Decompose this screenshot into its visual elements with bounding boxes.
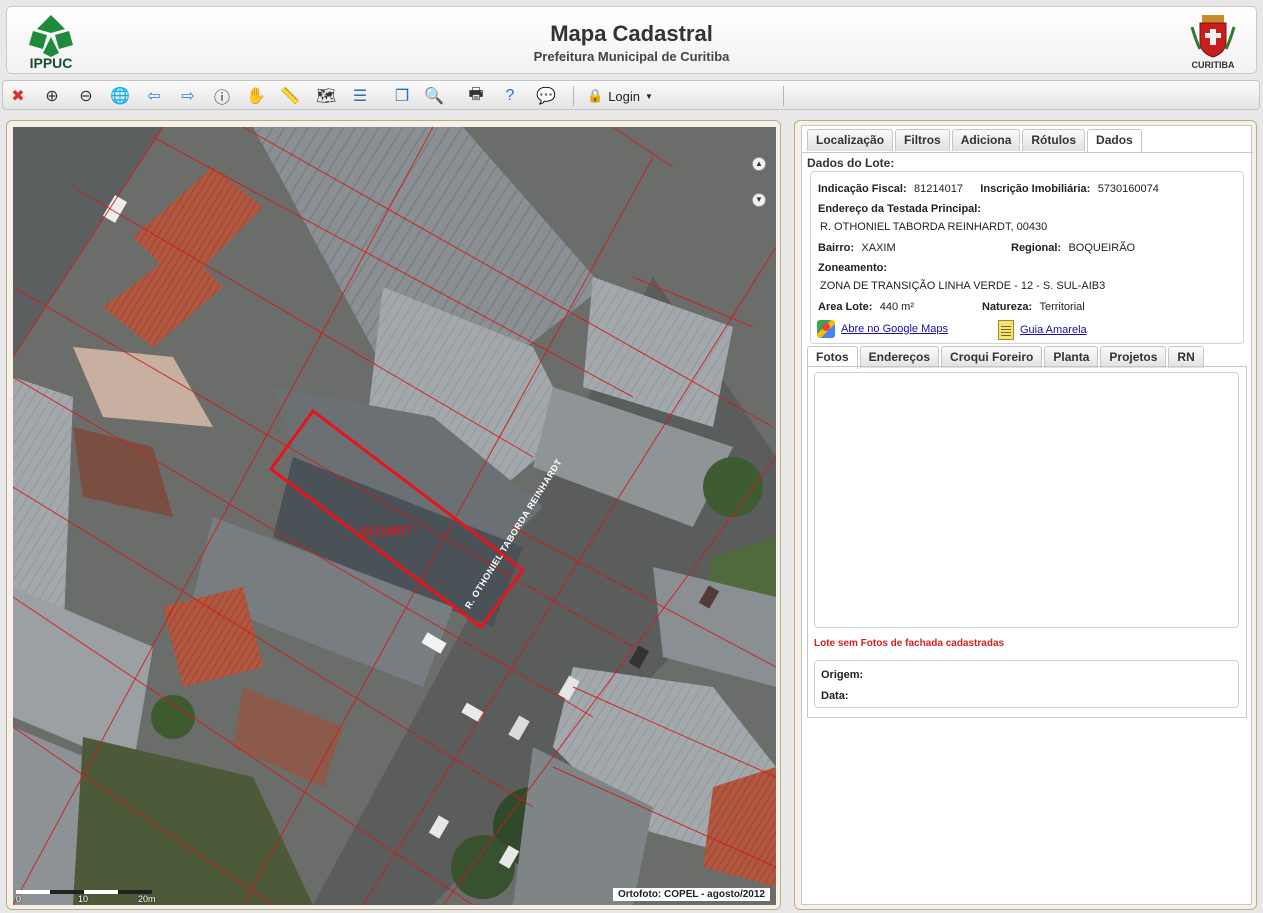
photo-viewer (814, 372, 1239, 628)
map-panel: 81214017 R. OTHONIEL TABORDA REINHARDT ▲… (6, 120, 781, 910)
clear-icon[interactable]: ✖ (7, 85, 29, 107)
bairro-label: Bairro: (818, 242, 855, 254)
back-arrow-icon[interactable]: ⇦ (143, 85, 165, 107)
origem-label: Origem: (821, 669, 864, 681)
indicacao-label: Indicação Fiscal: (818, 183, 907, 195)
curitiba-logo-text: CURITIBA (1191, 60, 1235, 70)
subtab-croqui-foreiro[interactable]: Croqui Foreiro (941, 346, 1043, 368)
scale-label-20m: 20m (138, 894, 156, 904)
legend-icon[interactable]: ☰ (349, 85, 371, 107)
lot-label: 81214017 (360, 522, 414, 539)
chevron-down-icon: ▼ (645, 91, 653, 101)
document-icon (998, 320, 1014, 340)
tab-adiciona[interactable]: Adiciona (951, 129, 1021, 151)
area-label: Area Lote: (818, 301, 873, 313)
regional-label: Regional: (1011, 242, 1062, 254)
tab-rotulos[interactable]: Rótulos (1022, 129, 1086, 151)
data-label: Data: (821, 690, 849, 702)
tab-dados[interactable]: Dados (1087, 129, 1142, 152)
regional-value: BOQUEIRÃO (1068, 242, 1136, 254)
subtab-rn[interactable]: RN (1168, 346, 1204, 368)
page-title: Mapa Cadastral (550, 21, 713, 46)
toolbar-separator (783, 86, 784, 106)
main-tabs: Localização Filtros Adiciona Rótulos Dados (807, 129, 1142, 152)
map-attribution: Ortofoto: COPEL - agosto/2012 (612, 888, 770, 901)
google-maps-link[interactable]: Abre no Google Maps (841, 323, 948, 335)
pan-down-icon[interactable]: ▼ (752, 193, 766, 207)
scale-label-10: 10 (78, 894, 89, 904)
lot-details-box: Indicação Fiscal: 81214017 Inscrição Imo… (810, 171, 1244, 344)
zoom-in-icon[interactable]: ⊕ (41, 85, 63, 107)
toolbar-separator (573, 86, 574, 106)
chat-icon[interactable]: 💬 (535, 85, 557, 107)
zoneamento-label: Zoneamento: (818, 262, 888, 274)
map-viewport[interactable]: 81214017 R. OTHONIEL TABORDA REINHARDT ▲… (13, 127, 776, 905)
zoom-extent-icon[interactable]: 🌐 (109, 85, 131, 107)
zoneamento-value: ZONA DE TRANSIÇÃO LINHA VERDE - 12 - S. … (820, 280, 1106, 292)
search-map-icon[interactable]: 🔍 (423, 85, 445, 107)
zoom-out-icon[interactable]: ⊖ (75, 85, 97, 107)
tab-filtros[interactable]: Filtros (895, 129, 950, 151)
photo-origin-box: Origem: Data: (814, 660, 1239, 708)
print-icon[interactable]: 🖶 (465, 85, 487, 107)
lock-icon: 🔒 (587, 88, 604, 103)
subtab-enderecos[interactable]: Endereços (859, 346, 940, 368)
login-menu[interactable]: 🔒 Login ▼ (587, 87, 653, 105)
side-panel-content: Localização Filtros Adiciona Rótulos Dados D… (801, 125, 1253, 905)
app-header: IPPUC Mapa Cadastral Prefeitura Municipa… (6, 6, 1257, 74)
toolbar: ✖ ⊕ ⊖ 🌐 ⇦ ⇨ ⓘ ✋ 📏 🗺 ☰ ❐ 🔍 🖶? 💬 🔒 Login ▼ (2, 80, 1260, 110)
fotos-panel: Lote sem Fotos de fachada cadastradas Or… (807, 366, 1247, 718)
endereco-value: R. OTHONIEL TABORDA REINHARDT, 00430 (820, 221, 1048, 233)
endereco-label: Endereço da Testada Principal: (818, 203, 982, 215)
page-subtitle: Prefeitura Municipal de Curitiba (533, 49, 730, 64)
dados-title: Dados do Lote: (807, 156, 895, 170)
google-maps-icon (817, 320, 835, 338)
pan-hand-icon[interactable]: ✋ (245, 85, 267, 107)
bairro-value: XAXIM (861, 242, 896, 254)
layers-icon[interactable]: ❐ (391, 85, 413, 107)
guia-amarela-link[interactable]: Guia Amarela (1020, 324, 1087, 336)
forward-arrow-icon[interactable]: ⇨ (177, 85, 199, 107)
inscricao-label: Inscrição Imobiliária: (980, 183, 1091, 195)
side-panel: Localização Filtros Adiciona Rótulos Dados D… (794, 120, 1257, 910)
subtab-projetos[interactable]: Projetos (1100, 346, 1167, 368)
no-photos-message: Lote sem Fotos de fachada cadastradas (814, 638, 1005, 649)
tab-localizacao[interactable]: Localização (807, 129, 894, 151)
map-icon[interactable]: 🗺 (315, 85, 337, 107)
login-label: Login (608, 88, 640, 104)
natureza-value: Territorial (1039, 301, 1085, 313)
natureza-label: Natureza: (982, 301, 1033, 313)
scale-bar: 0 10 20m (16, 888, 156, 904)
area-value: 440 m² (879, 301, 914, 313)
inscricao-value: 5730160074 (1097, 183, 1159, 195)
help-icon[interactable]: ? (499, 85, 521, 107)
indicacao-value: 81214017 (914, 183, 963, 195)
info-icon[interactable]: ⓘ (211, 85, 233, 107)
pan-up-icon[interactable]: ▲ (752, 157, 766, 171)
measure-icon[interactable]: 📏 (279, 85, 301, 107)
scale-label-0: 0 (16, 894, 22, 904)
subtab-planta[interactable]: Planta (1044, 346, 1099, 368)
